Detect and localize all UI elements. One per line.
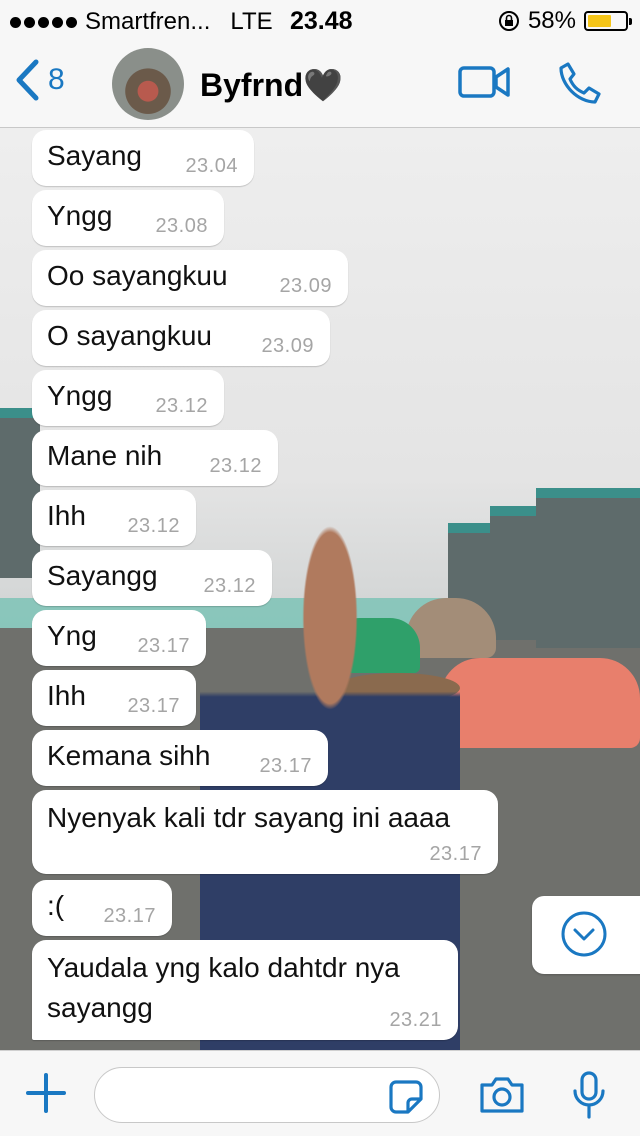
attach-button[interactable]: [24, 1071, 68, 1120]
back-button[interactable]: 8: [14, 58, 65, 102]
message-text: Kemana sihh: [47, 740, 211, 771]
message-time: 23.12: [155, 395, 208, 417]
message-time: 23.08: [155, 215, 208, 237]
wallpaper-hut: [536, 488, 640, 648]
message-time: 23.17: [137, 635, 190, 657]
message-text: Sayangg: [47, 560, 158, 591]
message-text: Yngg: [47, 200, 113, 231]
sticker-icon: [389, 1080, 423, 1114]
contact-name[interactable]: Byfrnd🖤: [200, 66, 343, 104]
message-time: 23.12: [203, 575, 256, 597]
status-time: 23.48: [290, 7, 353, 35]
sticker-button[interactable]: [388, 1079, 424, 1120]
message-time: 23.17: [429, 843, 482, 865]
microphone-button[interactable]: [572, 1071, 606, 1124]
status-left: Smartfren... LTE: [10, 8, 273, 36]
wallpaper-hut: [490, 506, 536, 640]
carrier-label: Smartfren...: [85, 8, 211, 35]
battery-icon: [584, 11, 632, 31]
message-bubble[interactable]: Mane nih 23.12: [32, 430, 278, 486]
message-time: 23.17: [259, 755, 312, 777]
camera-icon: [480, 1077, 524, 1113]
rotation-lock-icon: [498, 11, 519, 31]
message-text: Nyenyak kali tdr sayang ini aaaa: [47, 802, 451, 833]
microphone-icon: [573, 1071, 605, 1119]
message-text: Mane nih: [47, 440, 163, 471]
message-text: Ihh: [47, 680, 86, 711]
message-time: 23.21: [389, 1009, 442, 1031]
input-bar: [0, 1050, 640, 1136]
message-text: :(: [47, 890, 65, 921]
status-bar: Smartfren... LTE 23.48 58%: [0, 0, 640, 40]
message-time: 23.04: [185, 155, 238, 177]
message-time: 23.17: [127, 695, 180, 717]
message-bubble[interactable]: Oo sayangkuu 23.09: [32, 250, 348, 306]
wallpaper-beanbag: [440, 658, 640, 748]
video-call-icon: [458, 66, 510, 98]
message-text: Yaudala yng kalo dahtdr nya sayangg: [47, 952, 400, 1023]
message-text: O sayangkuu: [47, 320, 212, 351]
message-bubble[interactable]: :( 23.17: [32, 880, 172, 936]
signal-dots-icon: [10, 16, 77, 28]
video-call-button[interactable]: [458, 64, 510, 105]
message-text: Yngg: [47, 380, 113, 411]
message-bubble[interactable]: Yngg 23.08: [32, 190, 224, 246]
chevron-down-circle-icon: [561, 911, 607, 957]
message-bubble[interactable]: Sayangg 23.12: [32, 550, 272, 606]
message-text: Sayang: [47, 140, 142, 171]
avatar[interactable]: [112, 48, 184, 120]
message-time: 23.12: [127, 515, 180, 537]
network-label: LTE: [230, 8, 273, 35]
message-bubble[interactable]: Yng 23.17: [32, 610, 206, 666]
camera-button[interactable]: [478, 1075, 526, 1120]
message-bubble[interactable]: O sayangkuu 23.09: [32, 310, 330, 366]
battery-percent: 58%: [527, 7, 576, 34]
message-time: 23.12: [209, 455, 262, 477]
phone-icon: [559, 62, 601, 104]
status-right: 58%: [498, 7, 632, 35]
message-bubble[interactable]: Sayang 23.04: [32, 130, 254, 186]
message-bubble[interactable]: Kemana sihh 23.17: [32, 730, 328, 786]
chat-area[interactable]: Sayang 23.04 Yngg 23.08 Oo sayangkuu 23.…: [0, 128, 640, 1050]
chat-header: 8 Byfrnd🖤: [0, 40, 640, 128]
back-chevron-icon: [16, 59, 39, 101]
message-text: Oo sayangkuu: [47, 260, 228, 291]
unread-count: 8: [48, 63, 65, 96]
voice-call-button[interactable]: [556, 60, 602, 111]
message-bubble[interactable]: Ihh 23.12: [32, 490, 196, 546]
message-text: Yng: [47, 620, 97, 651]
message-time: 23.09: [261, 335, 314, 357]
message-bubble[interactable]: Ihh 23.17: [32, 670, 196, 726]
message-bubble[interactable]: Nyenyak kali tdr sayang ini aaaa 23.17: [32, 790, 498, 874]
message-time: 23.09: [279, 275, 332, 297]
wallpaper-hut: [0, 408, 40, 578]
message-time: 23.17: [103, 905, 156, 927]
plus-icon: [26, 1073, 66, 1113]
message-bubble[interactable]: Yngg 23.12: [32, 370, 224, 426]
scroll-to-bottom-button[interactable]: [532, 896, 640, 974]
message-bubble[interactable]: Yaudala yng kalo dahtdr nya sayangg 23.2…: [32, 940, 458, 1040]
message-text: Ihh: [47, 500, 86, 531]
